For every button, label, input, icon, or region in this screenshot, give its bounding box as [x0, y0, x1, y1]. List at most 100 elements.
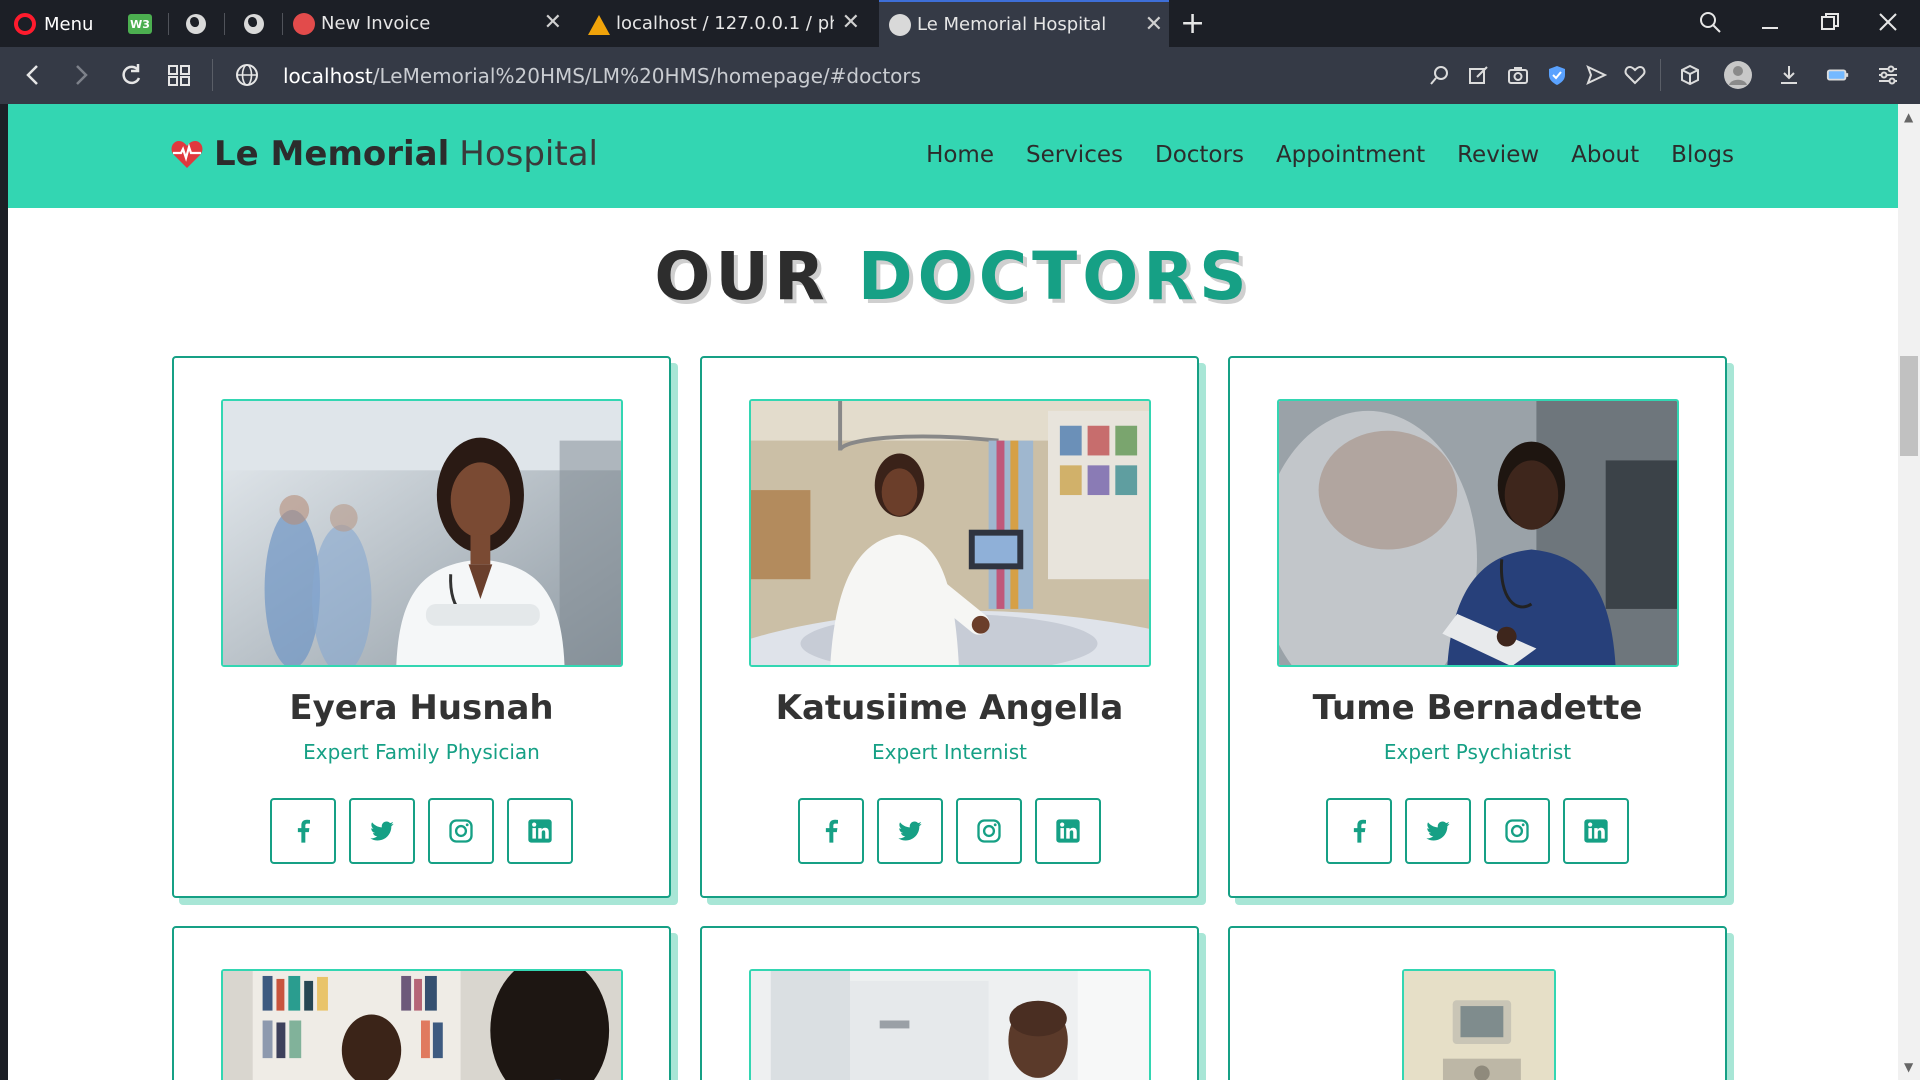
opera-menu-label: Menu — [44, 13, 94, 35]
tab-close-icon[interactable]: ✕ — [1145, 14, 1163, 36]
linkedin-button[interactable] — [1563, 798, 1629, 864]
nav-about[interactable]: About — [1571, 142, 1639, 168]
pinned-tab-globe-2[interactable] — [240, 10, 268, 38]
twitter-button[interactable] — [349, 798, 415, 864]
tab-new-invoice[interactable]: New Invoice ✕ — [293, 0, 568, 47]
browser-address-bar: localhost/LeMemorial%20HMS/LM%20HMS/home… — [0, 47, 1920, 104]
social-links — [702, 798, 1197, 864]
divider — [1660, 59, 1661, 91]
linkedin-icon — [1584, 819, 1608, 843]
tab-close-icon[interactable]: ✕ — [544, 12, 562, 34]
vpn-shield-icon[interactable] — [1545, 63, 1569, 87]
speed-dial-icon[interactable] — [166, 60, 192, 97]
linkedin-button[interactable] — [1035, 798, 1101, 864]
facebook-button[interactable] — [798, 798, 864, 864]
main-nav: Home Services Doctors Appointment Review… — [926, 142, 1734, 168]
page-scrollbar[interactable]: ▲ ▼ — [1898, 104, 1920, 1080]
twitter-button[interactable] — [877, 798, 943, 864]
opera-menu-button[interactable]: Menu — [14, 9, 93, 39]
tab-phpmyadmin[interactable]: localhost / 127.0.0.1 / phar ✕ — [588, 0, 866, 47]
w3-icon: W3 — [128, 14, 152, 34]
minimize-icon[interactable] — [1758, 10, 1782, 40]
linkedin-button[interactable] — [507, 798, 573, 864]
nav-review[interactable]: Review — [1457, 142, 1539, 168]
logo-text-light: Hospital — [459, 134, 598, 174]
nav-services[interactable]: Services — [1026, 142, 1123, 168]
section-title-part1: OUR — [654, 238, 830, 315]
nav-appointment[interactable]: Appointment — [1276, 142, 1425, 168]
instagram-button[interactable] — [956, 798, 1022, 864]
linkedin-icon — [528, 819, 552, 843]
doctor-card: Eyera Husnah Expert Family Physician — [172, 356, 671, 898]
section-title: OUR DOCTORS — [8, 238, 1898, 315]
tab-title: New Invoice — [321, 13, 431, 34]
twitter-icon — [1426, 821, 1450, 841]
scroll-down-arrow-icon[interactable]: ▼ — [1904, 1060, 1913, 1074]
heart-bookmark-icon[interactable] — [1623, 63, 1647, 87]
site-header: Le Memorial Hospital Home Services Docto… — [8, 104, 1898, 208]
battery-saver-icon[interactable] — [1826, 63, 1850, 87]
profile-avatar-icon[interactable] — [1723, 60, 1753, 90]
tab-close-icon[interactable]: ✕ — [842, 12, 860, 34]
close-window-icon[interactable] — [1876, 10, 1900, 40]
camera-icon[interactable] — [1506, 63, 1530, 87]
doctor-specialty: Expert Internist — [872, 740, 1027, 764]
download-icon[interactable] — [1777, 63, 1801, 87]
url-field[interactable]: localhost/LeMemorial%20HMS/LM%20HMS/home… — [283, 64, 921, 88]
doctor-card: Katusiime Angella Expert Internist — [700, 356, 1199, 898]
doctor-photo — [749, 399, 1151, 667]
doctor-name: Tume Bernadette — [1312, 688, 1643, 728]
logo-text-bold: Le Memorial — [214, 134, 450, 174]
scroll-thumb[interactable] — [1900, 356, 1918, 456]
pinned-tab-w3[interactable]: W3 — [126, 10, 154, 38]
back-icon[interactable] — [22, 60, 44, 97]
instagram-button[interactable] — [1484, 798, 1550, 864]
tab-divider — [282, 13, 283, 35]
scroll-up-arrow-icon[interactable]: ▲ — [1904, 110, 1913, 124]
tab-le-memorial-hospital[interactable]: Le Memorial Hospital ✕ — [879, 0, 1169, 47]
nav-blogs[interactable]: Blogs — [1671, 142, 1734, 168]
site-info-globe-icon[interactable] — [234, 60, 260, 97]
tab-divider — [168, 13, 169, 35]
section-title-part2: DOCTORS — [857, 238, 1252, 315]
extensions-cube-icon[interactable] — [1678, 63, 1702, 87]
twitter-button[interactable] — [1405, 798, 1471, 864]
social-links — [1230, 798, 1725, 864]
doctor-name: Eyera Husnah — [289, 688, 554, 728]
nav-home[interactable]: Home — [926, 142, 994, 168]
globe-icon — [244, 14, 264, 34]
doctor-photo — [221, 969, 623, 1080]
tab-search-icon[interactable] — [1698, 10, 1722, 40]
search-in-page-icon[interactable] — [1428, 63, 1452, 87]
opera-logo-icon — [14, 13, 36, 35]
send-icon[interactable] — [1584, 63, 1608, 87]
doctor-specialty: Expert Psychiatrist — [1383, 740, 1572, 764]
twitter-icon — [370, 821, 394, 841]
new-tab-button[interactable]: + — [1180, 6, 1205, 41]
facebook-icon — [297, 819, 310, 843]
facebook-icon — [1353, 819, 1366, 843]
restore-icon[interactable] — [1818, 10, 1842, 40]
doctor-card: Tume Bernadette Expert Psychiatrist — [1228, 356, 1727, 898]
forward-icon[interactable] — [70, 60, 92, 97]
facebook-icon — [825, 819, 838, 843]
pinned-tab-globe-1[interactable] — [182, 10, 210, 38]
heartbeat-logo-icon — [171, 141, 203, 168]
globe-icon — [186, 14, 206, 34]
snap-edit-icon[interactable] — [1467, 63, 1491, 87]
tab-title: localhost / 127.0.0.1 / phar — [616, 13, 834, 34]
nav-doctors[interactable]: Doctors — [1155, 142, 1244, 168]
facebook-button[interactable] — [1326, 798, 1392, 864]
instagram-button[interactable] — [428, 798, 494, 864]
doctor-card — [172, 926, 671, 1080]
doctor-card — [1228, 926, 1727, 1080]
instagram-icon — [449, 819, 473, 843]
easy-setup-icon[interactable] — [1876, 63, 1900, 87]
facebook-button[interactable] — [270, 798, 336, 864]
browser-tab-bar: Menu W3 New Invoice ✕ localhost / 127.0.… — [0, 0, 1920, 47]
globe-favicon-icon — [889, 13, 911, 36]
doctor-photo — [1402, 969, 1556, 1080]
reload-icon[interactable] — [118, 60, 144, 97]
site-logo[interactable]: Le Memorial Hospital — [170, 134, 598, 174]
invoice-favicon-icon — [293, 12, 315, 35]
